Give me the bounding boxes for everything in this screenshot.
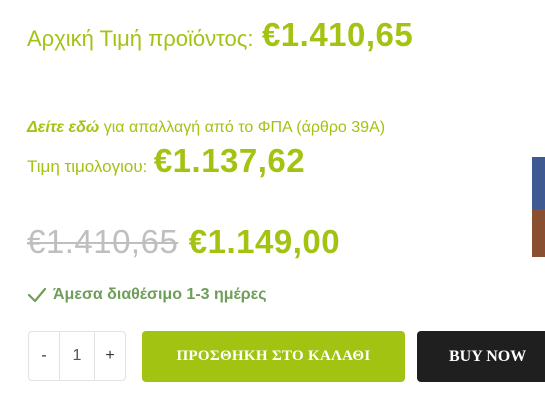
availability-row: Άμεσα διαθέσιμο 1-3 ημέρες [27, 285, 267, 305]
check-icon [27, 285, 47, 305]
side-image-top [532, 157, 545, 209]
sale-price-row: €1.410,65 €1.149,00 [27, 223, 340, 261]
invoice-price-label: Τιμη τιμολογιου: [27, 157, 148, 176]
buy-now-button[interactable]: BUY NOW [417, 331, 545, 382]
add-to-cart-button[interactable]: ΠΡΟΣΘΗΚΗ ΣΤΟ ΚΑΛΑΘΙ [142, 331, 405, 382]
side-image-bottom [532, 209, 545, 257]
side-image-strip [532, 157, 545, 257]
availability-text: Άμεσα διαθέσιμο 1-3 ημέρες [53, 286, 267, 303]
vat-exemption-row: Δείτε εδώ για απαλλαγή από το ΦΠΑ (άρθρο… [27, 119, 385, 137]
product-purchase-panel: Αρχική Τιμή προϊόντος: €1.410,65 Δείτε ε… [0, 0, 545, 409]
original-price-value: €1.410,65 [261, 16, 414, 53]
current-price: €1.149,00 [188, 223, 341, 260]
original-price-label: Αρχική Τιμή προϊόντος: [27, 26, 254, 51]
invoice-price-value: €1.137,62 [153, 142, 306, 179]
quantity-increase-button[interactable]: + [95, 332, 125, 380]
quantity-input[interactable]: 1 [59, 332, 95, 380]
quantity-decrease-button[interactable]: - [29, 332, 59, 380]
vat-exemption-text: για απαλλαγή από το ΦΠΑ (άρθρο 39Α) [99, 119, 386, 136]
invoice-price-row: Τιμη τιμολογιου: €1.137,62 [27, 142, 305, 180]
quantity-stepper: - 1 + [28, 331, 126, 381]
original-price-row: Αρχική Τιμή προϊόντος: €1.410,65 [27, 16, 413, 54]
vat-exemption-link[interactable]: Δείτε εδώ [27, 119, 99, 136]
old-price: €1.410,65 [27, 223, 179, 260]
